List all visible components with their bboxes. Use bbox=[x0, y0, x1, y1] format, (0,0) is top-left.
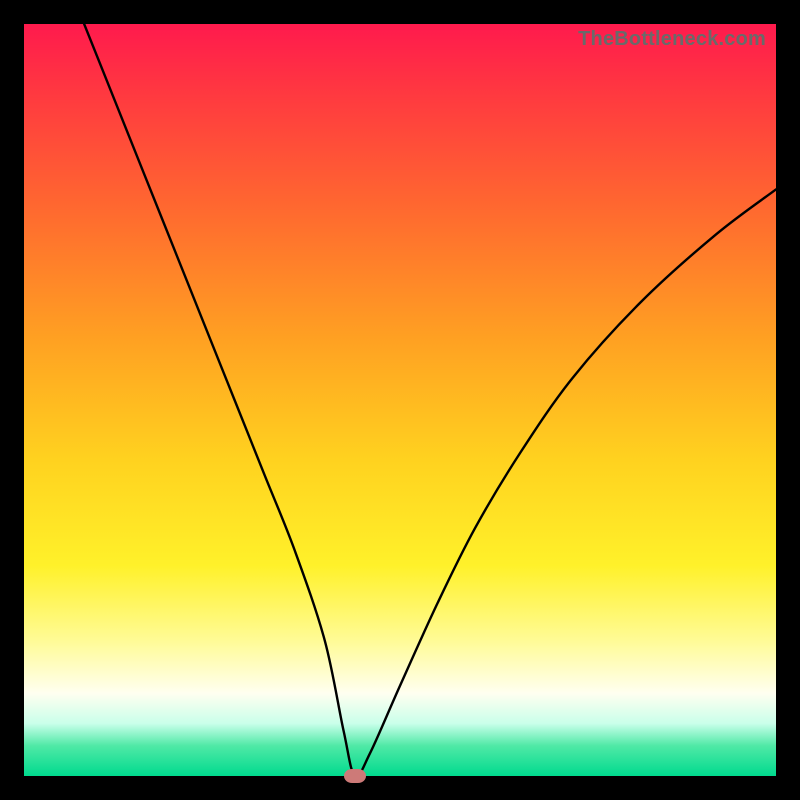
bottleneck-curve bbox=[84, 24, 776, 776]
curve-layer bbox=[24, 24, 776, 776]
optimum-marker bbox=[344, 769, 366, 783]
plot-area: TheBottleneck.com bbox=[24, 24, 776, 776]
chart-frame: TheBottleneck.com bbox=[0, 0, 800, 800]
